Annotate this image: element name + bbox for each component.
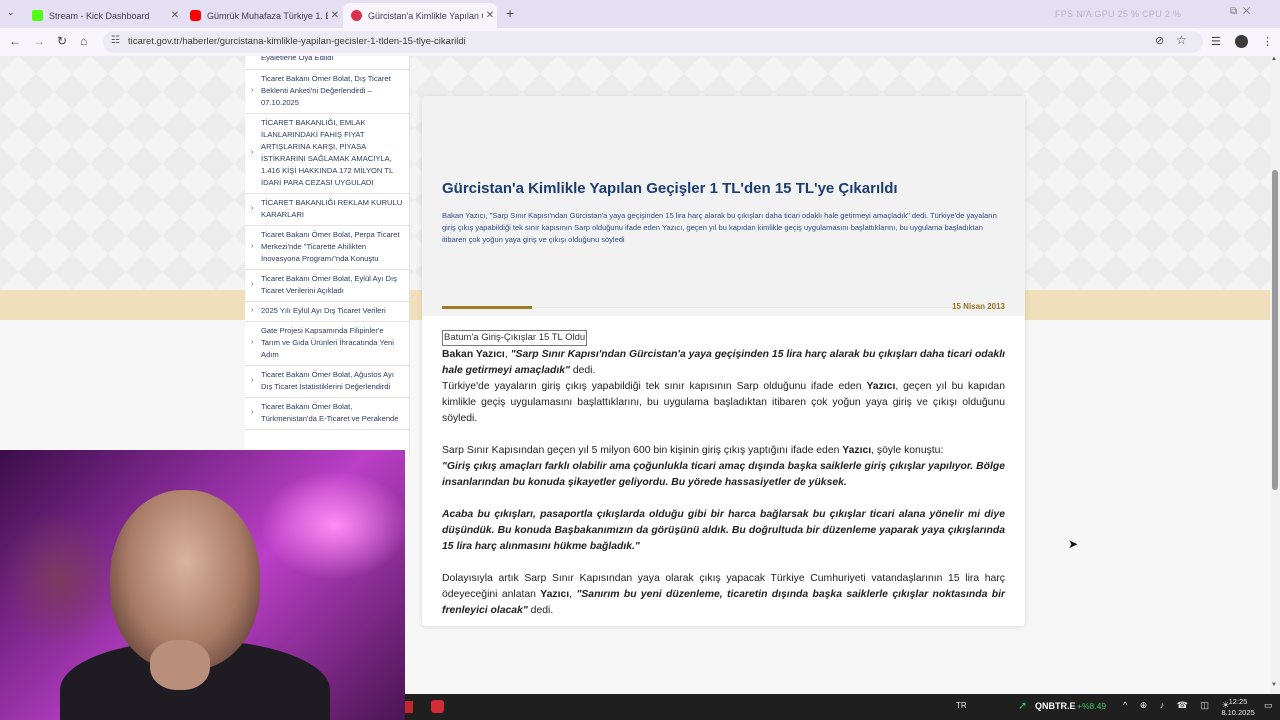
list-item[interactable]: › Ticaret Bakanı Ömer Bolat, Eylül Ayı Dı… [245, 270, 409, 302]
youtube-icon [190, 10, 201, 21]
tab-title: Gümrük Muhafaza Türkiye 1. Bö [207, 10, 328, 21]
related-news-list: Eyaletlerle Oya Edildi › Ticaret Bakanı Ö… [245, 56, 410, 456]
browser-toolbar: ← → ↻ ⌂ ☷ ticaret.gov.tr/haberler/gurcis… [0, 28, 1280, 56]
article-body: Bakan Yazıcı, "Sarp Sınır Kapısı'ndan Gü… [442, 347, 1005, 635]
chevron-right-icon: › [251, 306, 254, 314]
tab-search-icon[interactable]: ⌄ [7, 7, 15, 18]
tab-title: Gürcistan'a Kimlikle Yapılan Geç [368, 10, 483, 21]
title-accent-line [442, 306, 532, 309]
chevron-right-icon: › [251, 280, 254, 288]
text: dedi. [569, 365, 596, 376]
os-taskbar: TR ➚ QNBTR.E +%8.49 ^ ⊕ ♪ ☎ ◫ ☀ 12:25 8.… [405, 694, 1280, 720]
text: , şöyle konuştu: [871, 445, 944, 456]
eye-slash-icon[interactable]: ⊘ [1155, 34, 1164, 47]
taskbar-clock[interactable]: 12:25 8.10.2025 [1217, 696, 1259, 718]
list-item[interactable]: › Ticaret Bakanı Ömer Bolat, Türkmenistan… [245, 398, 409, 430]
notification-icon[interactable]: ▭ [1264, 700, 1273, 711]
home-icon[interactable]: ⌂ [80, 34, 87, 48]
webcam-overlay [0, 450, 405, 720]
close-tab-icon[interactable]: ✕ [168, 10, 182, 21]
chevron-right-icon: › [251, 338, 254, 346]
list-item[interactable]: › TİCARET BAKANLIĞI, EMLAK İLANLARINDAKİ … [245, 114, 409, 194]
quote: "Giriş çıkış amaçları farklı olabilir am… [442, 461, 1005, 488]
kick-icon [32, 10, 43, 21]
clock-date: 8.10.2025 [1221, 708, 1255, 717]
ticaret-icon [351, 10, 362, 21]
article-title: Gürcistan'a Kimlikle Yapılan Geçişler 1 … [442, 180, 898, 197]
speaker-name: Bakan Yazıcı [442, 349, 505, 360]
list-item[interactable]: › Ticaret Bakanı Ömer Bolat, Dış Ticaret … [245, 70, 409, 114]
tab-strip: ⌄ Stream - Kick Dashboard ✕ Gümrük Muhaf… [0, 0, 1280, 28]
stock-up-icon: ➚ [1018, 700, 1028, 712]
tab-kick-dashboard[interactable]: Stream - Kick Dashboard ✕ [24, 3, 182, 28]
bookmark-star-icon[interactable]: ☆ [1176, 33, 1187, 47]
back-icon[interactable]: ← [9, 34, 21, 48]
paragraph: Bakan Yazıcı, "Sarp Sınır Kapısı'ndan Gü… [442, 347, 1005, 427]
new-tab-button[interactable]: + [506, 5, 514, 21]
taskbar-app-icon[interactable] [405, 701, 413, 713]
article-summary: Bakan Yazıcı, "Sarp Sınır Kapısı'ndan Gü… [442, 211, 997, 244]
text: Türkiye'de yayaların giriş çıkış yapabil… [442, 381, 867, 392]
stock-ticker-symbol[interactable]: QNBTR.E [1035, 701, 1076, 711]
speaker-name: Yazıcı [540, 589, 570, 600]
scrollbar-thumb[interactable] [1272, 170, 1278, 490]
list-item[interactable]: › Gate Projesi Kapsamında Filipinler'e Ta… [245, 322, 409, 366]
clock-time: 12:25 [1228, 697, 1248, 706]
scroll-down-icon[interactable]: ▼ [1271, 682, 1277, 688]
mouse-cursor-icon: ➤ [1068, 537, 1079, 551]
webcam-person-hand [150, 640, 210, 690]
url-text[interactable]: ticaret.gov.tr/haberler/gurcistana-kimli… [128, 36, 466, 47]
paragraph: Acaba bu çıkışları, pasaportla çıkışlard… [442, 507, 1005, 555]
text: dedi. [527, 605, 554, 616]
performance-overlay: FPS N/A GPU 25 % CPU 2 % [1055, 9, 1182, 19]
tab-title: Stream - Kick Dashboard [49, 10, 150, 21]
quote: "Sarp Sınır Kapısı'ndan Gürcistan'a yaya… [442, 349, 1005, 376]
list-item[interactable]: › 2025 Yılı Eylül Ayı Dış Ticaret Veriler… [245, 302, 409, 322]
window-controls[interactable]: ⧉ ✕ [1230, 6, 1250, 17]
close-tab-icon[interactable]: ✕ [483, 10, 497, 21]
list-item[interactable]: › Ticaret Bakanı Ömer Bolat, Ağustos Ayı … [245, 366, 409, 398]
reading-list-icon[interactable]: ☰ [1211, 35, 1221, 48]
reload-icon[interactable]: ↻ [57, 34, 67, 48]
site-info-icon[interactable]: ☷ [111, 35, 120, 46]
chevron-right-icon: › [251, 204, 254, 212]
language-indicator[interactable]: TR [956, 701, 967, 710]
chevron-right-icon: › [251, 148, 254, 156]
tab-youtube[interactable]: Gümrük Muhafaza Türkiye 1. Bö ✕ [182, 3, 342, 28]
menu-kebab-icon[interactable]: ⋮ [1262, 35, 1273, 48]
forward-icon[interactable]: → [33, 34, 45, 48]
chevron-right-icon: › [251, 86, 254, 94]
profile-avatar[interactable] [1235, 35, 1248, 48]
paragraph: Sarp Sınır Kapısından geçen yıl 5 milyon… [442, 443, 1005, 491]
speaker-name: Yazıcı [866, 381, 896, 392]
page-scrollbar[interactable]: ▲ ▼ [1270, 56, 1280, 694]
text: Sarp Sınır Kapısından geçen yıl 5 milyon… [442, 445, 843, 456]
chevron-right-icon: › [251, 376, 254, 384]
taskbar-app-icon[interactable] [431, 700, 444, 713]
speaker-name: Yazıcı [842, 445, 872, 456]
scroll-up-icon[interactable]: ▲ [1271, 56, 1277, 62]
quote: Acaba bu çıkışları, pasaportla çıkışlard… [442, 509, 1005, 552]
webcam-lamp [0, 510, 120, 650]
tab-active-article[interactable]: Gürcistan'a Kimlikle Yapılan Geç ✕ [343, 3, 497, 28]
broken-article-image: Batum'a Giriş-Çıkışlar 15 TL Oldu [442, 330, 588, 346]
article-card: Gürcistan'a Kimlikle Yapılan Geçişler 1 … [422, 96, 1025, 626]
list-item[interactable]: › TİCARET BAKANLIĞI REKLAM KURULU KARARLA… [245, 194, 409, 226]
stock-ticker-change: +%8.49 [1077, 701, 1107, 711]
article-header-area [422, 96, 1025, 316]
paragraph: Dolayısıyla artık Sarp Sınır Kapısından … [442, 571, 1005, 619]
article-date: 15 Nisan 2013 [952, 302, 1005, 311]
list-item[interactable]: › Ticaret Bakanı Ömer Bolat, Perpa Ticare… [245, 226, 409, 270]
chevron-right-icon: › [251, 408, 254, 416]
webcam-neon-glow [260, 470, 405, 580]
list-item[interactable]: Eyaletlerle Oya Edildi [245, 56, 409, 70]
close-tab-icon[interactable]: ✕ [328, 10, 342, 21]
address-bar[interactable]: ☷ ticaret.gov.tr/haberler/gurcistana-kim… [103, 31, 1203, 53]
chevron-right-icon: › [251, 242, 254, 250]
